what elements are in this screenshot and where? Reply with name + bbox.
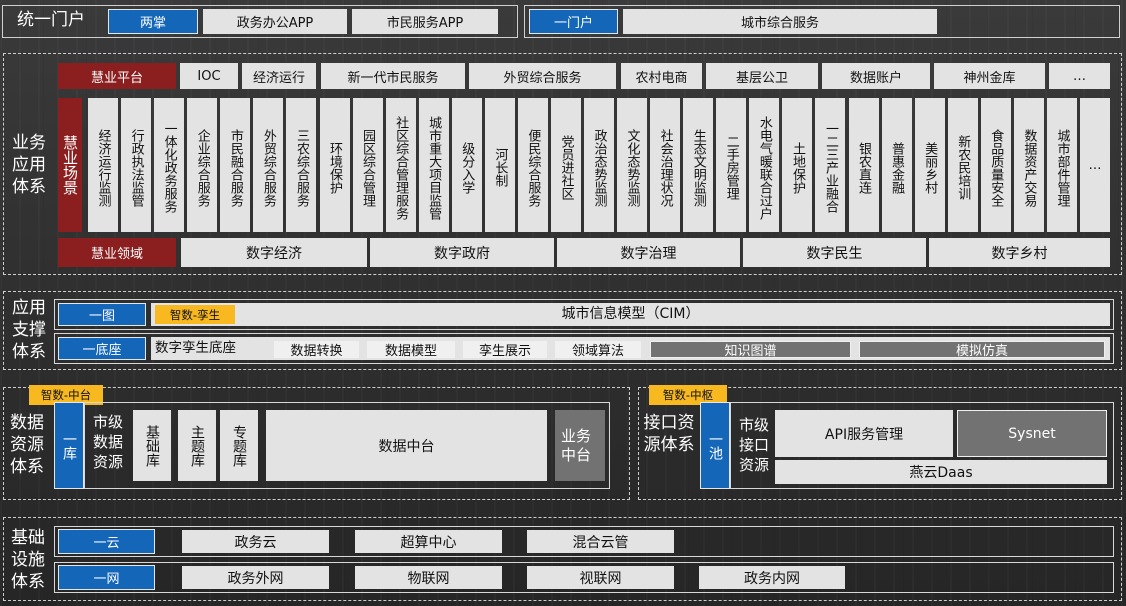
library-item[interactable]: 基础库 xyxy=(133,410,171,481)
scene-item[interactable]: 经济运行监测 xyxy=(88,98,119,232)
one-cloud-button[interactable]: 一云 xyxy=(58,529,155,554)
scene-item[interactable]: 园区综合管理 xyxy=(352,98,383,232)
scene-item[interactable]: 社区综合管理服务 xyxy=(385,98,416,232)
data-middle-platform[interactable]: 数据中台 xyxy=(266,410,547,481)
platform-item[interactable]: IOC xyxy=(180,63,238,89)
yanyun-daas[interactable]: 燕云Daas xyxy=(775,460,1107,484)
library-item[interactable]: 主题库 xyxy=(178,410,216,481)
scene-item[interactable]: 文化态势监测 xyxy=(617,98,648,232)
interface-resource-title: 接口资源体系 xyxy=(643,413,695,455)
city-interface-resource: 市级接口资源 xyxy=(738,416,769,474)
one-base-button[interactable]: 一底座 xyxy=(58,337,146,360)
platform-item[interactable]: 数据账户 xyxy=(822,63,930,89)
scene-item[interactable]: 水电气暖联合过户 xyxy=(749,98,780,232)
scene-item[interactable]: 一体化政务服务 xyxy=(154,98,185,232)
one-map-button[interactable]: 一图 xyxy=(58,303,146,326)
sysnet[interactable]: Sysnet xyxy=(957,410,1107,457)
domain-label: 慧业领域 xyxy=(58,238,176,267)
net-item[interactable]: 物联网 xyxy=(355,566,502,589)
scene-item[interactable]: 政治态势监测 xyxy=(584,98,615,232)
business-app-title: 业务应用体系 xyxy=(12,133,46,197)
simulation[interactable]: 模拟仿真 xyxy=(859,341,1105,359)
net-item[interactable]: 政务内网 xyxy=(699,566,845,589)
scene-item[interactable]: 社会治理状况 xyxy=(650,98,681,232)
support-tool[interactable]: 数据模型 xyxy=(367,341,455,359)
scene-item[interactable]: 一二三产业融合 xyxy=(815,98,846,232)
api-service-management[interactable]: API服务管理 xyxy=(775,410,953,457)
net-item[interactable]: 政务外网 xyxy=(182,566,329,589)
one-lib-button[interactable]: 一库 xyxy=(54,402,84,489)
scene-item[interactable]: 普惠金融 xyxy=(881,98,912,232)
cloud-item[interactable]: 混合云管 xyxy=(527,530,674,553)
platform-item[interactable]: … xyxy=(1049,63,1110,89)
app-support-title: 应用支撑体系 xyxy=(12,298,46,362)
one-portal-button[interactable]: 一门户 xyxy=(529,9,618,34)
scene-item[interactable]: 三农综合服务 xyxy=(286,98,317,232)
domain-item[interactable]: 数字民生 xyxy=(743,238,926,267)
platform-item[interactable]: 神州金库 xyxy=(934,63,1045,89)
citizen-service-app[interactable]: 市民服务APP xyxy=(352,9,498,34)
cim-label: 城市信息模型（CIM） xyxy=(561,306,700,322)
support-tool[interactable]: 数据转换 xyxy=(274,341,359,359)
scene-item[interactable]: 数据资产交易 xyxy=(1013,98,1044,232)
scene-item[interactable]: 级分入学 xyxy=(451,98,482,232)
platform-item[interactable]: 新一代市民服务 xyxy=(321,63,465,89)
support-tool[interactable]: 孪生展示 xyxy=(463,341,547,359)
scene-item[interactable]: 城市部件管理 xyxy=(1046,98,1077,232)
scene-item[interactable]: 新农民培训 xyxy=(947,98,978,232)
one-pool-button[interactable]: 一池 xyxy=(700,402,730,489)
scene-item[interactable]: 企业综合服务 xyxy=(187,98,218,232)
two-palm-button[interactable]: 两掌 xyxy=(108,9,198,34)
one-net-button[interactable]: 一网 xyxy=(58,565,155,590)
scene-item[interactable]: … xyxy=(1079,98,1110,232)
scene-item[interactable]: 生态文明监测 xyxy=(683,98,714,232)
library-item[interactable]: 专题库 xyxy=(220,410,258,481)
domain-item[interactable]: 数字经济 xyxy=(181,238,367,267)
platform-item[interactable]: 基层公卫 xyxy=(706,63,818,89)
domain-item[interactable]: 数字政府 xyxy=(370,238,554,267)
platform-label: 慧业平台 xyxy=(58,63,176,89)
scene-item[interactable]: 便民综合服务 xyxy=(517,98,548,232)
city-comprehensive-service[interactable]: 城市综合服务 xyxy=(623,9,937,34)
data-resource-title: 数据资源体系 xyxy=(10,413,44,477)
scene-item[interactable]: 外贸综合服务 xyxy=(253,98,284,232)
knowledge-graph[interactable]: 知识图谱 xyxy=(650,341,851,359)
support-tool[interactable]: 领域算法 xyxy=(555,341,641,359)
domain-item[interactable]: 数字治理 xyxy=(557,238,740,267)
scene-item[interactable]: 党员进社区 xyxy=(550,98,581,232)
scene-item[interactable]: 美丽乡村 xyxy=(914,98,945,232)
unified-portal-title: 统一门户 xyxy=(17,10,85,30)
scene-item[interactable]: 土地保护 xyxy=(782,98,813,232)
net-item[interactable]: 视联网 xyxy=(527,566,674,589)
scene-item[interactable]: 环境保护 xyxy=(319,98,350,232)
platform-item[interactable]: 农村电商 xyxy=(621,63,702,89)
scene-item[interactable]: 食品质量安全 xyxy=(980,98,1011,232)
twin-base-label: 数字孪生底座 xyxy=(155,340,236,356)
scene-item[interactable]: 河长制 xyxy=(484,98,515,232)
business-middle-platform[interactable]: 业务中台 xyxy=(555,410,605,481)
cloud-item[interactable]: 超算中心 xyxy=(355,530,502,553)
scenes-label: 慧业场景 xyxy=(58,98,82,232)
gov-office-app[interactable]: 政务办公APP xyxy=(203,9,347,34)
city-data-resource: 市级数据资源 xyxy=(92,413,123,471)
infrastructure-title: 基础设施体系 xyxy=(11,528,45,592)
platform-item[interactable]: 外贸综合服务 xyxy=(469,63,616,89)
scene-item[interactable]: 市民融合服务 xyxy=(220,98,251,232)
domain-item[interactable]: 数字乡村 xyxy=(929,238,1110,267)
scene-item[interactable]: 行政执法监管 xyxy=(121,98,152,232)
platform-item[interactable]: 经济运行 xyxy=(242,63,316,89)
cloud-item[interactable]: 政务云 xyxy=(182,530,329,553)
scene-item[interactable]: 二手房管理 xyxy=(716,98,747,232)
scene-item[interactable]: 银农直连 xyxy=(848,98,879,232)
scene-item[interactable]: 城市重大项目监管 xyxy=(418,98,449,232)
